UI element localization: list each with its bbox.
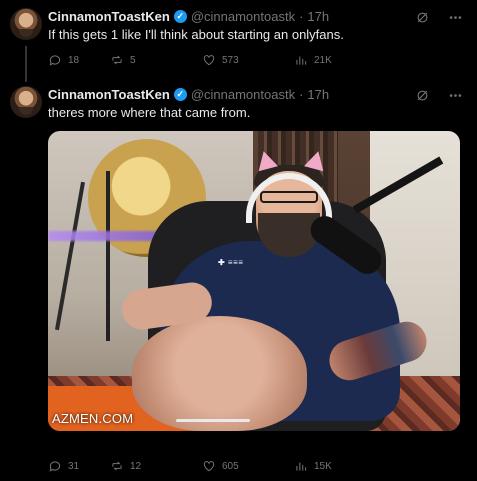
- like-button[interactable]: 605: [202, 459, 294, 473]
- tweet-header: CinnamonToastKen ✓ @cinnamontoastk · 17h: [48, 87, 329, 102]
- author-name[interactable]: CinnamonToastKen: [48, 87, 170, 102]
- tweet-header: CinnamonToastKen ✓ @cinnamontoastk · 17h: [48, 9, 329, 24]
- author-name[interactable]: CinnamonToastKen: [48, 9, 170, 24]
- repost-button[interactable]: 5: [110, 53, 202, 67]
- thread-connector-line: [25, 46, 27, 82]
- watermark-text: AZMEN.COM: [52, 411, 134, 426]
- tweet-top-icons: [415, 10, 463, 25]
- separator-dot: ·: [299, 87, 304, 102]
- repost-button[interactable]: 12: [110, 459, 202, 473]
- repost-icon: [112, 55, 122, 65]
- tweet-text: If this gets 1 like I'll think about sta…: [48, 27, 344, 42]
- tweet-2[interactable]: CinnamonToastKen ✓ @cinnamontoastk · 17h…: [0, 82, 477, 481]
- author-handle[interactable]: @cinnamontoastk: [191, 9, 295, 24]
- repost-count: 12: [130, 460, 142, 472]
- person-belly: [132, 316, 307, 431]
- reply-icon: [49, 461, 61, 472]
- video-progress-bar[interactable]: [176, 419, 250, 422]
- heart-icon: [203, 461, 215, 472]
- repost-icon: [112, 461, 122, 471]
- author-handle[interactable]: @cinnamontoastk: [191, 87, 295, 102]
- view-count: 15K: [314, 460, 332, 472]
- shirt-logo: ✚ ≡≡≡: [218, 258, 244, 267]
- like-count: 605: [222, 460, 239, 472]
- heart-icon: [203, 55, 215, 66]
- repost-count: 5: [130, 54, 136, 66]
- views-chart-icon: [296, 56, 307, 65]
- reply-button[interactable]: 31: [48, 459, 110, 473]
- tweet-text: theres more where that came from.: [48, 105, 251, 120]
- more-options-icon[interactable]: [448, 10, 463, 25]
- separator-dot: ·: [299, 9, 304, 24]
- grok-icon[interactable]: [415, 88, 430, 103]
- views-button[interactable]: 15K: [294, 459, 402, 473]
- view-count: 21K: [314, 54, 332, 66]
- grok-icon[interactable]: [415, 10, 430, 25]
- avatar[interactable]: [10, 8, 42, 40]
- more-options-icon[interactable]: [448, 88, 463, 103]
- light-stand: [106, 171, 110, 341]
- tweet-1[interactable]: CinnamonToastKen ✓ @cinnamontoastk · 17h…: [0, 0, 477, 82]
- reply-count: 18: [68, 54, 80, 66]
- reply-count: 31: [68, 460, 80, 472]
- verified-badge-icon: ✓: [173, 88, 187, 101]
- verified-badge-icon: ✓: [173, 10, 187, 23]
- avatar[interactable]: [10, 86, 42, 118]
- views-button[interactable]: 21K: [294, 53, 402, 67]
- like-button[interactable]: 573: [202, 53, 294, 67]
- views-chart-icon: [296, 462, 307, 471]
- reply-button[interactable]: 18: [48, 53, 110, 67]
- timestamp[interactable]: 17h: [307, 9, 329, 24]
- like-count: 573: [222, 54, 239, 66]
- tweet-video[interactable]: ✚ ≡≡≡ AZMEN.COM: [48, 131, 460, 431]
- tweet-actions: 31 12 605 15K: [48, 459, 467, 473]
- tweet-actions: 18 5 573 21K: [48, 53, 467, 67]
- timestamp[interactable]: 17h: [307, 87, 329, 102]
- reply-icon: [49, 55, 61, 66]
- tweet-top-icons: [415, 88, 463, 103]
